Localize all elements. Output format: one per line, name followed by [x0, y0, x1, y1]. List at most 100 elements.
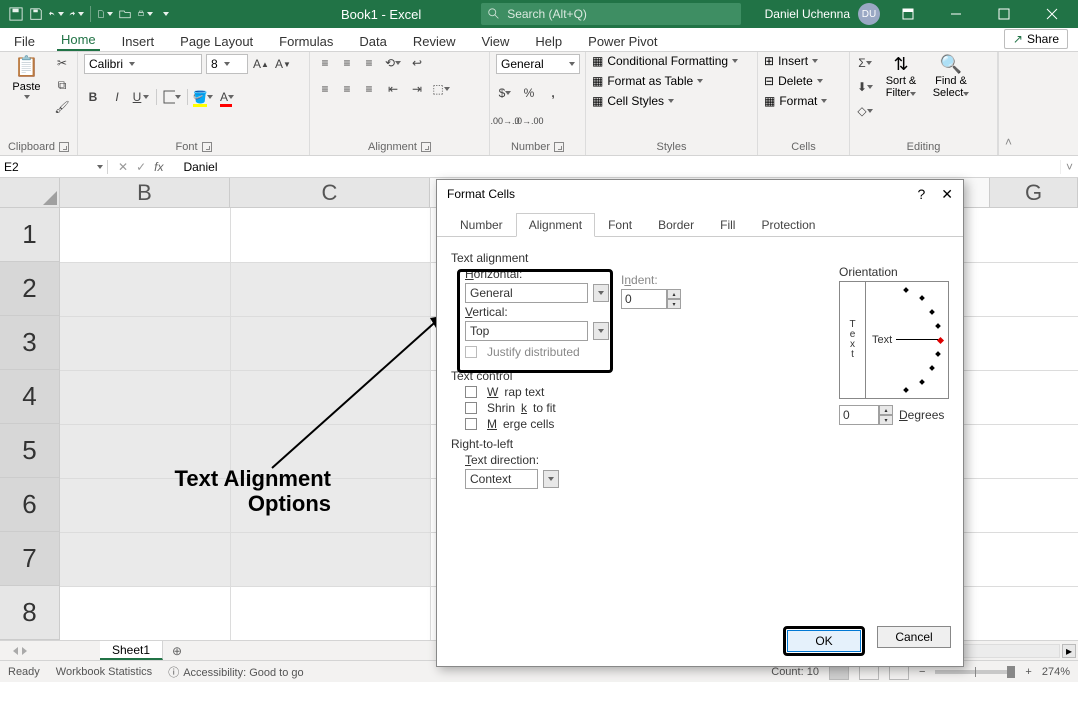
dlg-tab-border[interactable]: Border	[645, 213, 707, 237]
wrap-text-button[interactable]: ↩	[408, 54, 426, 72]
cut-icon[interactable]: ✂	[53, 54, 71, 72]
indent-input[interactable]: 0	[621, 289, 667, 309]
row-header-3[interactable]: 3	[0, 316, 60, 370]
expand-formula-bar[interactable]: ˅	[1060, 160, 1078, 174]
col-header-b[interactable]: B	[60, 178, 230, 208]
dlg-tab-alignment[interactable]: Alignment	[516, 213, 595, 237]
hscroll-right-icon[interactable]: ▸	[1062, 644, 1076, 658]
save-icon[interactable]	[28, 6, 44, 22]
insert-function-icon[interactable]: fx	[154, 160, 163, 174]
fill-color-button[interactable]: 🪣	[194, 88, 212, 106]
zoom-in-button[interactable]: +	[1025, 666, 1031, 678]
zoom-slider[interactable]	[935, 670, 1015, 674]
decrease-font-icon[interactable]: A▼	[274, 55, 292, 73]
cancel-formula-icon[interactable]: ✕	[118, 160, 128, 174]
dlg-tab-protection[interactable]: Protection	[748, 213, 828, 237]
dlg-tab-fill[interactable]: Fill	[707, 213, 748, 237]
select-all-triangle[interactable]	[0, 178, 60, 208]
tab-scroll-buttons[interactable]	[0, 641, 40, 660]
font-color-button[interactable]: A	[218, 88, 236, 106]
dlg-tab-font[interactable]: Font	[595, 213, 645, 237]
number-dialog-launcher[interactable]	[554, 142, 564, 152]
quickprint-icon[interactable]	[137, 6, 153, 22]
tab-review[interactable]: Review	[409, 32, 460, 51]
fill-button[interactable]: ⬇	[856, 78, 874, 96]
format-as-table-button[interactable]: ▦Format as Table	[592, 74, 703, 88]
redo-icon[interactable]	[68, 6, 84, 22]
col-header-g[interactable]: G	[990, 178, 1078, 208]
row-header-2[interactable]: 2	[0, 262, 60, 316]
status-accessibility[interactable]: ⓘAccessibility: Good to go	[168, 664, 303, 680]
underline-button[interactable]: U	[132, 88, 150, 106]
row-header-5[interactable]: 5	[0, 424, 60, 478]
delete-cells-button[interactable]: ⊟Delete	[764, 74, 823, 88]
find-select-button[interactable]: 🔍 Find &Select	[928, 54, 974, 99]
align-left-icon[interactable]: ≡	[316, 80, 334, 98]
increase-font-icon[interactable]: A▲	[252, 55, 270, 73]
increase-decimal-icon[interactable]: .00→.0	[496, 112, 514, 130]
degrees-spin-down[interactable]: ▾	[879, 415, 893, 425]
decrease-decimal-icon[interactable]: .0→.00	[520, 112, 538, 130]
tab-home[interactable]: Home	[57, 30, 100, 51]
undo-icon[interactable]	[48, 6, 64, 22]
user-avatar[interactable]: DU	[858, 3, 880, 25]
zoom-out-button[interactable]: −	[919, 666, 925, 678]
new-file-icon[interactable]	[97, 6, 113, 22]
indent-spin-up[interactable]: ▴	[667, 289, 681, 299]
autosum-button[interactable]: Σ	[856, 54, 874, 72]
alignment-dialog-launcher[interactable]	[421, 142, 431, 152]
row-header-1[interactable]: 1	[0, 208, 60, 262]
dialog-help-button[interactable]: ?	[917, 186, 925, 202]
share-button[interactable]: ↗ Share	[1004, 29, 1068, 49]
percent-button[interactable]: %	[520, 84, 538, 102]
row-header-6[interactable]: 6	[0, 478, 60, 532]
formula-bar[interactable]: Daniel	[173, 160, 217, 174]
dialog-titlebar[interactable]: Format Cells ? ✕	[437, 180, 963, 208]
tab-file[interactable]: File	[10, 32, 39, 51]
copy-icon[interactable]: ⧉	[53, 76, 71, 94]
window-close[interactable]	[1032, 0, 1072, 28]
cancel-button[interactable]: Cancel	[877, 626, 951, 648]
degrees-spin-up[interactable]: ▴	[879, 405, 893, 415]
status-workbook-stats[interactable]: Workbook Statistics	[56, 666, 152, 678]
cell-styles-button[interactable]: ▦Cell Styles	[592, 94, 674, 108]
clear-button[interactable]: ◇	[856, 102, 874, 120]
ok-button[interactable]: OK	[787, 630, 861, 652]
font-size-combo[interactable]: 8	[206, 54, 248, 74]
tab-help[interactable]: Help	[531, 32, 566, 51]
orientation-diagram[interactable]: Text Text	[839, 281, 949, 399]
indent-spin-down[interactable]: ▾	[667, 299, 681, 309]
merge-center-button[interactable]: ⬚	[432, 80, 450, 98]
align-right-icon[interactable]: ≡	[360, 80, 378, 98]
open-icon[interactable]	[117, 6, 133, 22]
name-box[interactable]: E2	[0, 160, 108, 174]
decrease-indent-icon[interactable]: ⇤	[384, 80, 402, 98]
currency-button[interactable]: $	[496, 84, 514, 102]
sort-filter-button[interactable]: ⇅ Sort &Filter	[878, 54, 924, 99]
tab-formulas[interactable]: Formulas	[275, 32, 337, 51]
zoom-level[interactable]: 274%	[1042, 666, 1070, 678]
chevron-down-icon[interactable]	[593, 322, 609, 340]
format-painter-icon[interactable]: 🖌	[53, 98, 71, 116]
conditional-formatting-button[interactable]: ▦Conditional Formatting	[592, 54, 738, 68]
tab-power-pivot[interactable]: Power Pivot	[584, 32, 661, 51]
format-cells-button[interactable]: ▦Format	[764, 94, 827, 108]
bold-button[interactable]: B	[84, 88, 102, 106]
row-header-4[interactable]: 4	[0, 370, 60, 424]
tab-insert[interactable]: Insert	[118, 32, 159, 51]
window-maximize[interactable]	[984, 0, 1024, 28]
qat-customize-icon[interactable]	[157, 6, 173, 22]
align-center-icon[interactable]: ≡	[338, 80, 356, 98]
increase-indent-icon[interactable]: ⇥	[408, 80, 426, 98]
comma-button[interactable]: ,	[544, 84, 562, 102]
window-minimize[interactable]	[936, 0, 976, 28]
vertical-alignment-select[interactable]: Top	[465, 321, 588, 341]
dialog-close-button[interactable]: ✕	[941, 186, 953, 203]
text-direction-select[interactable]: Context	[465, 469, 538, 489]
add-sheet-button[interactable]: ⊕	[163, 641, 191, 660]
collapse-ribbon-button[interactable]: ˄	[998, 52, 1018, 155]
italic-button[interactable]: I	[108, 88, 126, 106]
align-bottom-icon[interactable]: ≡	[360, 54, 378, 72]
number-format-combo[interactable]: General	[496, 54, 580, 74]
font-dialog-launcher[interactable]	[202, 142, 212, 152]
